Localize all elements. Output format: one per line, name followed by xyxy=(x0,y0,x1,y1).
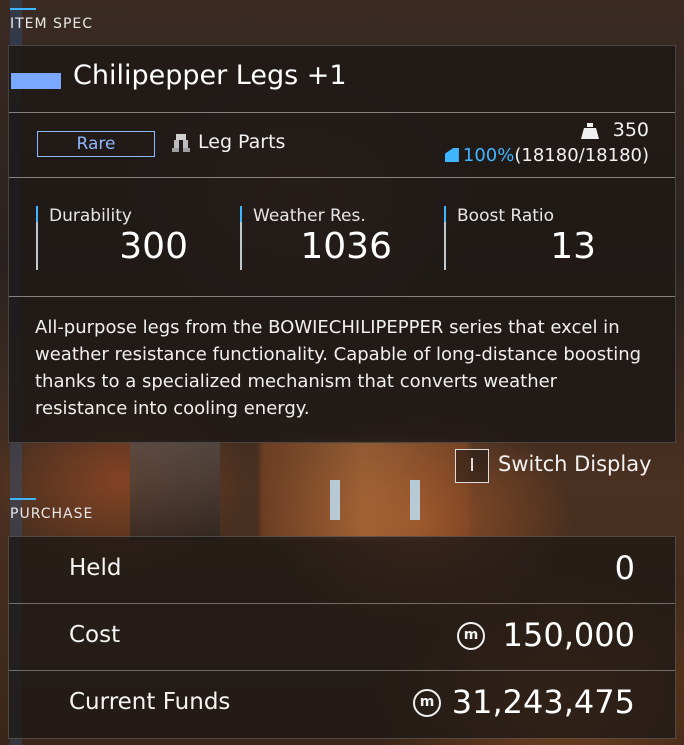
section-tick xyxy=(10,8,36,10)
stat-value: 1036 xyxy=(300,226,392,267)
rarity-badge: Rare xyxy=(37,131,155,157)
part-category: Leg Parts xyxy=(198,131,286,153)
purchase-value: 31,243,475 xyxy=(451,683,635,721)
credit-coin-icon: m xyxy=(457,622,485,650)
stat-value: 300 xyxy=(119,226,188,267)
background-structure xyxy=(130,440,220,540)
leg-parts-icon xyxy=(172,134,190,152)
background-structure xyxy=(260,440,470,540)
stat-label: Boost Ratio xyxy=(457,206,555,226)
ap-readout: 100%(18180/18180) xyxy=(444,145,649,166)
ap-icon xyxy=(444,148,459,162)
purchase-value: 0 xyxy=(614,549,635,587)
stat-divider-accent xyxy=(36,206,38,222)
stat-durability: Durability 300 xyxy=(36,206,236,270)
stat-divider-accent xyxy=(444,206,446,222)
item-spec-section-label: ITEM SPEC xyxy=(10,8,93,32)
stats-row: Durability 300 Weather Res. 1036 Boost R… xyxy=(9,178,675,297)
purchase-value: 150,000 xyxy=(502,616,635,654)
background-light xyxy=(330,480,340,520)
ap-detail: (18180/18180) xyxy=(514,145,649,166)
purchase-row-cost: Cost m 150,000 xyxy=(9,604,675,671)
item-title-row: Chilipepper Legs +1 xyxy=(9,46,675,113)
section-tick xyxy=(10,498,36,500)
stat-label: Durability xyxy=(49,206,132,226)
purchase-row-held: Held 0 xyxy=(9,537,675,604)
stat-label: Weather Res. xyxy=(253,206,366,226)
stat-value: 13 xyxy=(550,226,596,267)
item-name: Chilipepper Legs +1 xyxy=(73,60,347,91)
purchase-panel: Held 0 Cost m 150,000 Current Funds m 31… xyxy=(8,536,676,739)
purchase-row-current-funds: Current Funds m 31,243,475 xyxy=(9,671,675,737)
credit-coin-icon: m xyxy=(413,689,441,717)
stat-weather-res: Weather Res. 1036 xyxy=(240,206,440,270)
switch-display-button[interactable]: Switch Display xyxy=(498,452,652,476)
item-meta-row: Rare Leg Parts 350 100%(18180/18180) xyxy=(9,113,675,178)
purchase-label: Cost xyxy=(69,622,121,648)
stat-divider-accent xyxy=(240,206,242,222)
switch-display-key[interactable]: I xyxy=(455,449,489,483)
item-description: All-purpose legs from the BOWIECHILIPEPP… xyxy=(35,317,642,419)
weight-value: 350 xyxy=(612,119,649,141)
purchase-section-label: PURCHASE xyxy=(10,498,93,522)
stat-boost-ratio: Boost Ratio 13 xyxy=(444,206,644,270)
weight-icon xyxy=(581,123,599,139)
purchase-label: Held xyxy=(69,555,122,581)
background-light xyxy=(410,480,420,520)
purchase-label: Current Funds xyxy=(69,689,231,715)
rarity-color-bar xyxy=(11,73,61,89)
item-spec-panel: Chilipepper Legs +1 Rare Leg Parts 350 1… xyxy=(8,45,676,443)
ap-percent: 100% xyxy=(462,145,515,166)
